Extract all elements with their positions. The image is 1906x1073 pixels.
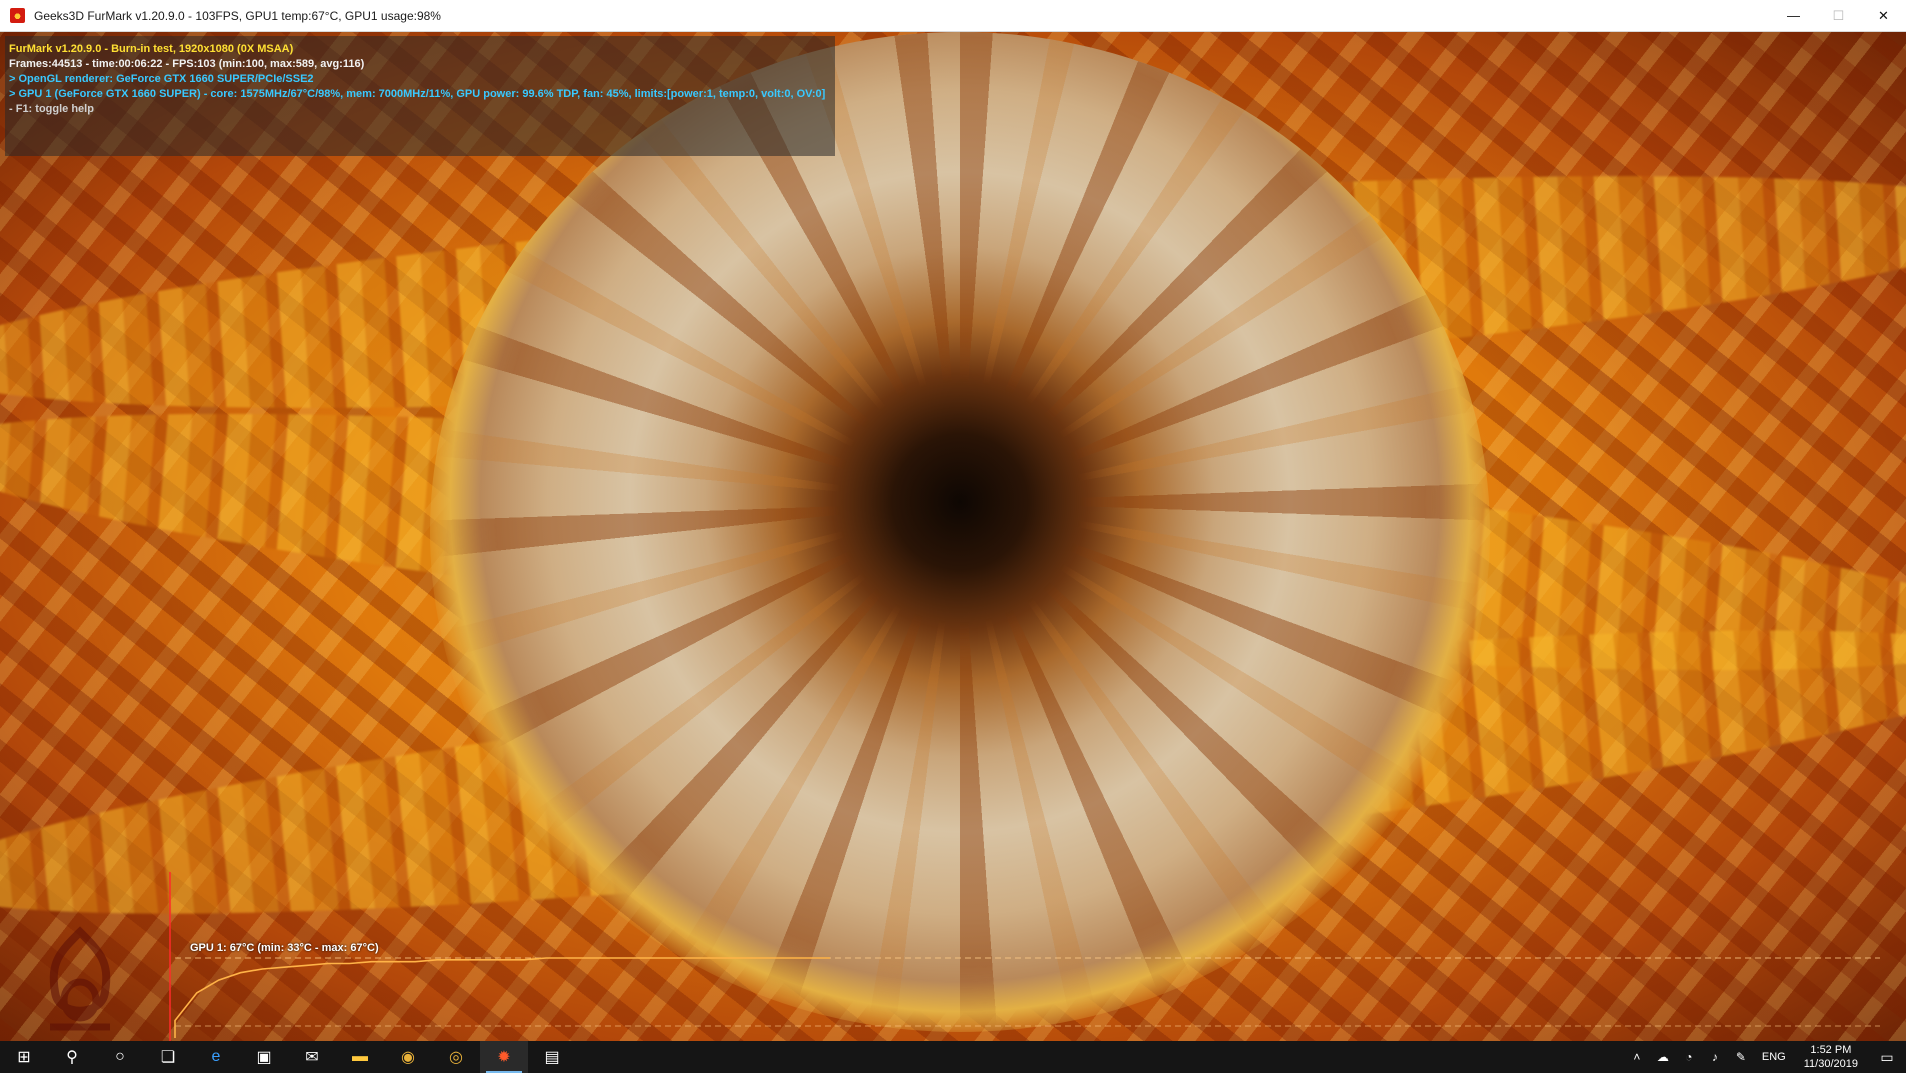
task-view-icon[interactable]: ❏: [144, 1041, 192, 1073]
volume-icon[interactable]: ♪: [1702, 1050, 1728, 1064]
chrome-icon[interactable]: ◉: [384, 1041, 432, 1073]
osd-renderer-line: > OpenGL renderer: GeForce GTX 1660 SUPE…: [9, 73, 314, 85]
pen-icon[interactable]: ✎: [1728, 1050, 1754, 1064]
network-icon[interactable]: ◔: [1676, 1050, 1702, 1064]
edge-icon[interactable]: e: [192, 1041, 240, 1073]
onedrive-icon[interactable]: ☁: [1650, 1050, 1676, 1064]
app-window-icon[interactable]: ▤: [528, 1041, 576, 1073]
render-viewport[interactable]: FurMark v1.20.9.0 - Burn-in test, 1920x1…: [0, 32, 1906, 1041]
osd-gpu-line: > GPU 1 (GeForce GTX 1660 SUPER) - core:…: [9, 88, 826, 100]
window-title: Geeks3D FurMark v1.20.9.0 - 103FPS, GPU1…: [34, 8, 441, 23]
windows-taskbar: ⊞ ⚲ ○ ❏ e ▣ ✉ ▬ ◉ ◎ ✹ ▤ ˄ ☁ ◔ ♪ ✎ ENG 1:52 PM 11/30…: [0, 1041, 1906, 1073]
system-tray: ˄ ☁ ◔ ♪ ✎ ENG 1:52 PM 11/30/2019 ▭: [1624, 1041, 1906, 1073]
osd-title-line: FurMark v1.20.9.0 - Burn-in test, 1920x1…: [9, 43, 294, 55]
maximize-button[interactable]: ☐: [1816, 0, 1861, 31]
language-indicator[interactable]: ENG: [1762, 1051, 1786, 1063]
osd-info-panel: FurMark v1.20.9.0 - Burn-in test, 1920x1…: [5, 36, 835, 156]
mail-icon[interactable]: ✉: [288, 1041, 336, 1073]
window-controls: — ☐ ✕: [1771, 0, 1906, 31]
furmark-app-icon[interactable]: [10, 8, 25, 23]
action-center-icon[interactable]: ▭: [1868, 1049, 1906, 1066]
file-explorer-icon[interactable]: ▬: [336, 1041, 384, 1073]
osd-help-line: - F1: toggle help: [9, 103, 94, 115]
fur-texture-streaks: [430, 32, 1490, 1032]
clock-time: 1:52 PM: [1810, 1044, 1852, 1056]
clock-date: 11/30/2019: [1803, 1058, 1858, 1070]
search-icon[interactable]: ⚲: [48, 1041, 96, 1073]
furmark-screen: Geeks3D FurMark v1.20.9.0 - 103FPS, GPU1…: [0, 0, 1906, 1073]
show-hidden-icons-icon[interactable]: ˄: [1624, 1050, 1650, 1064]
windows-start-icon[interactable]: ⊞: [0, 1041, 48, 1073]
store-icon[interactable]: ▣: [240, 1041, 288, 1073]
osd-frames-line: Frames:44513 - time:00:06:22 - FPS:103 (…: [9, 58, 365, 70]
furmark-icon[interactable]: ✹: [480, 1041, 528, 1073]
cortana-icon[interactable]: ○: [96, 1041, 144, 1073]
chrome-profile-icon[interactable]: ◎: [432, 1041, 480, 1073]
taskbar-clock[interactable]: 1:52 PM 11/30/2019: [1804, 1043, 1858, 1071]
window-titlebar[interactable]: Geeks3D FurMark v1.20.9.0 - 103FPS, GPU1…: [0, 0, 1906, 32]
temperature-graph-label: GPU 1: 67°C (min: 33°C - max: 67°C): [190, 942, 379, 954]
minimize-button[interactable]: —: [1771, 0, 1816, 31]
close-button[interactable]: ✕: [1861, 0, 1906, 31]
furmark-logo-icon: [49, 926, 111, 1031]
